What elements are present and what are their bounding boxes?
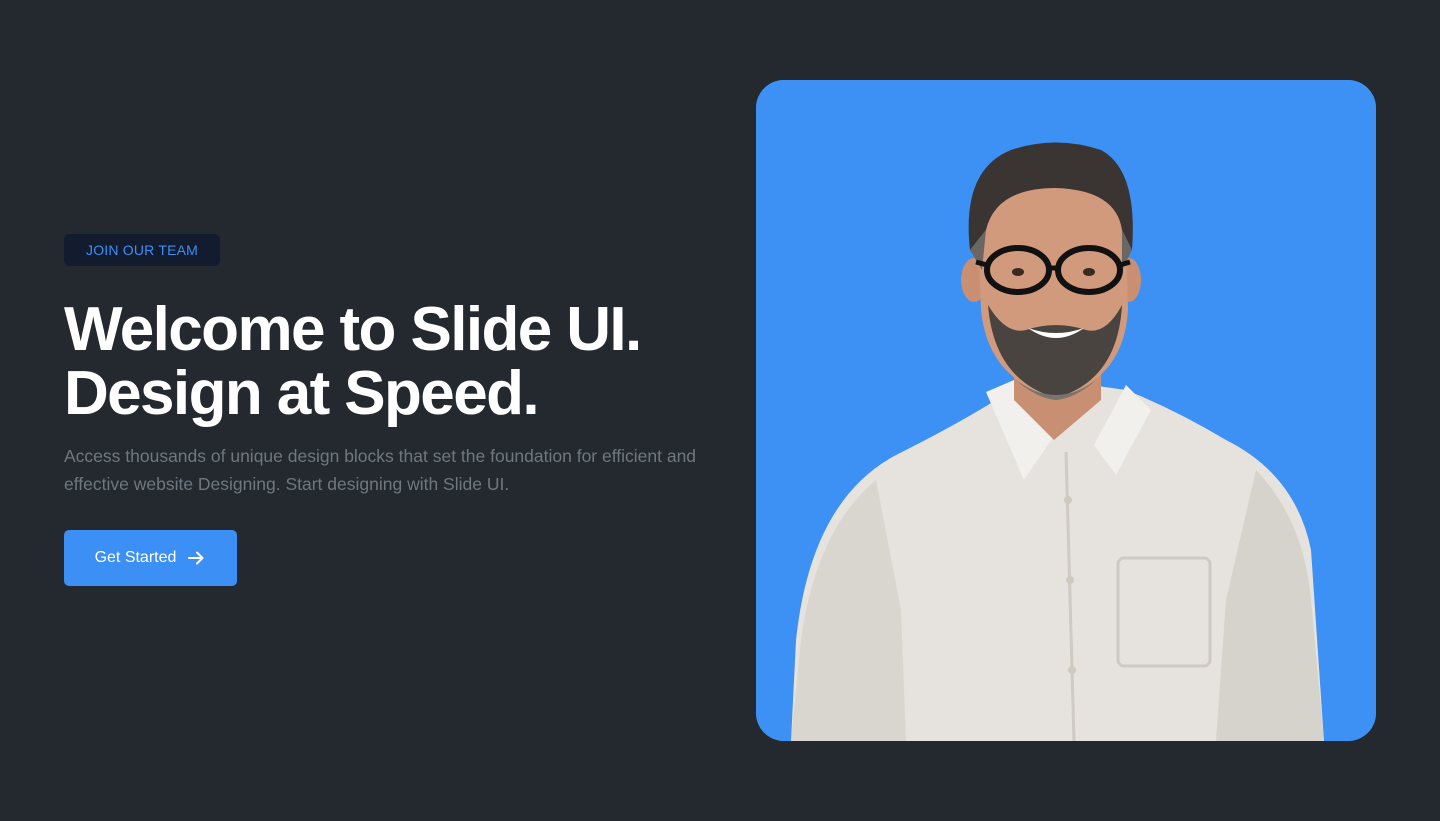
headline-line-2: Design at Speed. <box>64 359 540 428</box>
get-started-button[interactable]: Get Started <box>64 530 237 586</box>
headline-line-1: Welcome to Slide UI. <box>64 295 642 364</box>
person-portrait-image <box>756 80 1376 741</box>
hero-section: JOIN OUR TEAM Welcome to Slide UI. Desig… <box>0 0 1440 821</box>
arrow-right-icon <box>186 548 206 568</box>
hero-photo <box>756 80 1376 741</box>
hero-description: Access thousands of unique design blocks… <box>64 446 697 494</box>
join-team-badge: JOIN OUR TEAM <box>64 234 221 266</box>
get-started-label: Get Started <box>94 549 177 566</box>
hero-headline: Welcome to Slide UI. Design at Speed. <box>64 298 704 426</box>
hero-content: JOIN OUR TEAM Welcome to Slide UI. Desig… <box>64 234 704 498</box>
